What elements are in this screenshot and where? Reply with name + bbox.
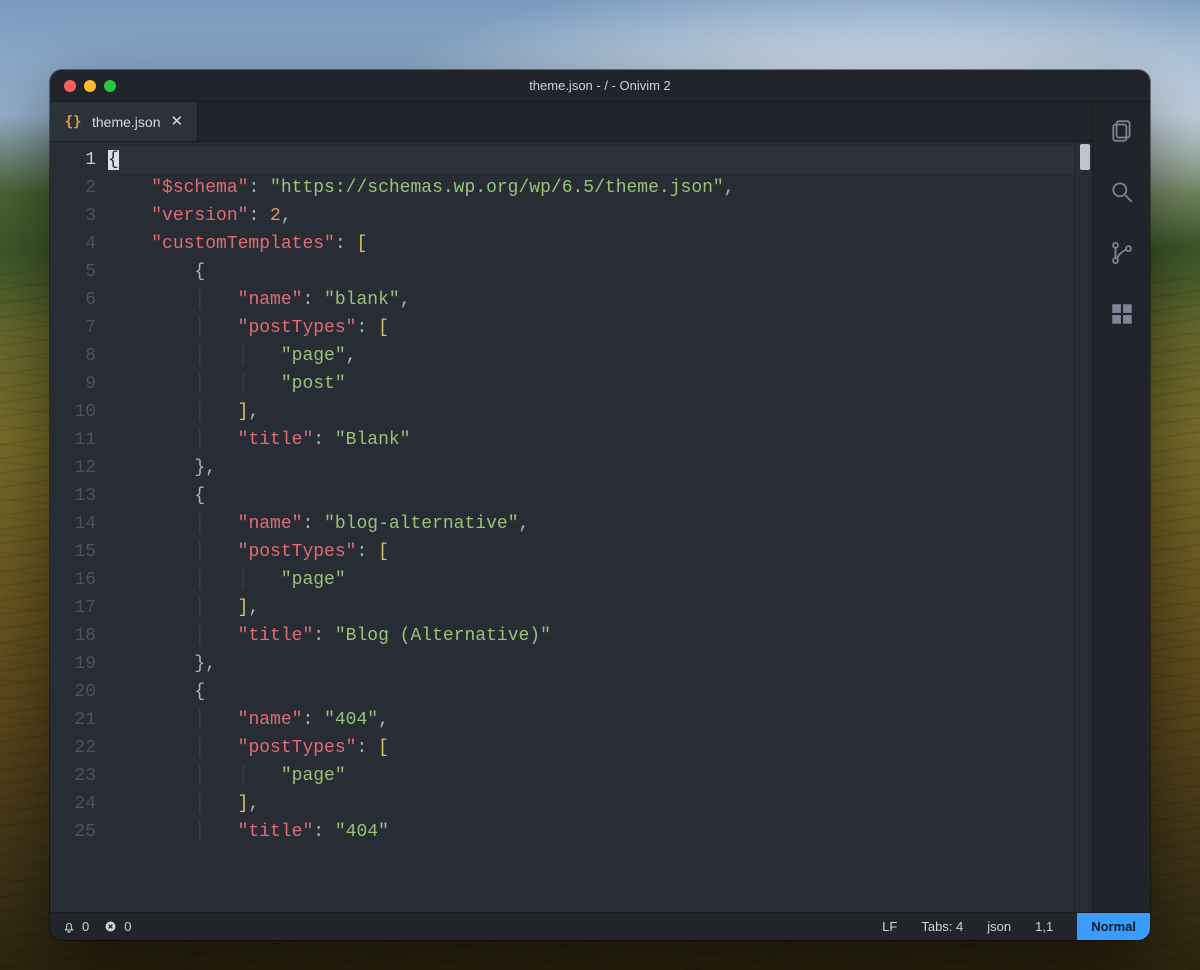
line-number: 22 [50,734,96,762]
code-area[interactable]: { "$schema": "https://schemas.wp.org/wp/… [108,142,1074,912]
code-line[interactable]: { [108,146,1074,174]
line-number: 12 [50,454,96,482]
explorer-icon[interactable] [1109,118,1135,149]
line-number: 20 [50,678,96,706]
line-number: 17 [50,594,96,622]
source-control-icon[interactable] [1109,240,1135,271]
json-file-icon: {} [64,114,82,130]
code-line[interactable]: │ "name": "blog-alternative", [108,510,1074,538]
status-position[interactable]: 1,1 [1035,919,1053,934]
code-line[interactable]: "version": 2, [108,202,1074,230]
code-line[interactable]: │ │ "page" [108,566,1074,594]
line-number: 21 [50,706,96,734]
code-line[interactable]: │ "title": "Blog (Alternative)" [108,622,1074,650]
tab-close-icon[interactable]: ✕ [170,114,183,129]
line-number: 10 [50,398,96,426]
status-errors[interactable]: 0 [103,919,131,934]
error-icon [103,919,118,934]
line-number: 13 [50,482,96,510]
status-eol[interactable]: LF [882,919,897,934]
code-line[interactable]: │ ], [108,398,1074,426]
code-line[interactable]: │ ], [108,790,1074,818]
code-line[interactable]: }, [108,650,1074,678]
search-icon[interactable] [1109,179,1135,210]
status-language[interactable]: json [987,919,1011,934]
line-number: 6 [50,286,96,314]
line-number: 5 [50,258,96,286]
line-number-gutter: 1234567891011121314151617181920212223242… [50,142,108,912]
minimize-window-button[interactable] [84,80,96,92]
code-line[interactable]: │ │ "post" [108,370,1074,398]
code-line[interactable]: │ │ "page" [108,762,1074,790]
code-line[interactable]: │ ], [108,594,1074,622]
tab-bar: {} theme.json ✕ [50,102,1092,142]
tab-theme-json[interactable]: {} theme.json ✕ [50,102,198,141]
status-bar: 0 0 LF Tabs: 4 json 1,1 Normal [50,912,1150,940]
window-controls [64,80,116,92]
line-number: 1 [50,146,96,174]
line-number: 18 [50,622,96,650]
status-notifications-count: 0 [82,919,89,934]
window-title: theme.json - / - Onivim 2 [50,78,1150,93]
code-line[interactable]: "customTemplates": [ [108,230,1074,258]
line-number: 9 [50,370,96,398]
line-number: 15 [50,538,96,566]
close-window-button[interactable] [64,80,76,92]
extensions-icon[interactable] [1109,301,1135,332]
code-line[interactable]: { [108,678,1074,706]
code-line[interactable]: │ "title": "Blank" [108,426,1074,454]
line-number: 19 [50,650,96,678]
code-line[interactable]: │ "postTypes": [ [108,734,1074,762]
line-number: 23 [50,762,96,790]
code-line[interactable]: { [108,258,1074,286]
bell-icon [62,920,76,934]
line-number: 14 [50,510,96,538]
line-number: 4 [50,230,96,258]
app-window: theme.json - / - Onivim 2 {} theme.json … [50,70,1150,940]
code-line[interactable]: }, [108,454,1074,482]
code-line[interactable]: │ │ "page", [108,342,1074,370]
activity-bar [1092,102,1150,912]
line-number: 3 [50,202,96,230]
zoom-window-button[interactable] [104,80,116,92]
titlebar[interactable]: theme.json - / - Onivim 2 [50,70,1150,102]
code-line[interactable]: │ "postTypes": [ [108,314,1074,342]
scrollbar-thumb[interactable] [1080,144,1090,170]
line-number: 7 [50,314,96,342]
status-mode[interactable]: Normal [1077,913,1150,941]
status-notifications[interactable]: 0 [62,919,89,934]
line-number: 11 [50,426,96,454]
minimap-scrollbar[interactable] [1074,142,1092,912]
status-errors-count: 0 [124,919,131,934]
code-line[interactable]: "$schema": "https://schemas.wp.org/wp/6.… [108,174,1074,202]
line-number: 16 [50,566,96,594]
line-number: 24 [50,790,96,818]
code-line[interactable]: │ "name": "404", [108,706,1074,734]
code-line[interactable]: │ "title": "404" [108,818,1074,846]
code-line[interactable]: { [108,482,1074,510]
tab-label: theme.json [92,114,160,130]
code-editor[interactable]: 1234567891011121314151617181920212223242… [50,142,1092,912]
line-number: 8 [50,342,96,370]
status-tabs[interactable]: Tabs: 4 [921,919,963,934]
code-line[interactable]: │ "postTypes": [ [108,538,1074,566]
line-number: 25 [50,818,96,846]
code-line[interactable]: │ "name": "blank", [108,286,1074,314]
line-number: 2 [50,174,96,202]
